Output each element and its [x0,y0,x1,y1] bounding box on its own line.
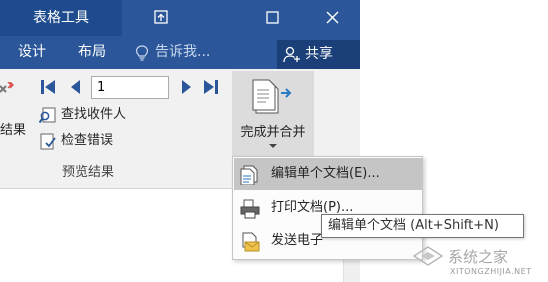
finish-and-merge-button[interactable]: 完成并合并 [232,71,314,157]
title-bar: 表格工具 [0,0,360,36]
close-button[interactable] [309,0,355,36]
check-errors-label: 检查错误 [61,133,114,148]
check-errors-button[interactable]: 检查错误 [39,130,129,152]
lightbulb-icon [135,45,149,61]
menu-item-edit-individual-documents[interactable]: 编辑单个文档(E)... [234,158,422,190]
close-icon [326,11,339,24]
tell-me-label: 告诉我... [155,44,211,60]
watermark-url: XITONGZHIJIA.NET [450,267,532,276]
preview-results-fragment-label: 结果 [0,123,27,138]
chevron-down-icon [269,144,277,148]
table-tools-context-tab: 表格工具 [0,0,122,36]
preview-results-icon [0,82,14,93]
check-errors-icon [40,133,56,150]
finish-merge-icon [252,79,292,114]
finish-merge-label: 完成并合并 [240,125,306,140]
ribbon-tab-bar: 设计 布局 告诉我... 共享 [0,36,360,69]
next-record-icon [182,80,191,94]
find-recipient-label: 查找收件人 [61,107,127,122]
send-email-icon [242,232,260,252]
ribbon-display-options-button[interactable] [138,0,184,36]
menu-item-label: 发送电子 [271,233,324,248]
preview-results-group-label: 预览结果 [62,165,115,180]
maximize-button[interactable] [249,0,295,36]
tab-design[interactable]: 设计 [18,36,46,69]
last-record-icon [204,80,218,94]
tab-layout[interactable]: 布局 [78,36,106,69]
tooltip: 编辑单个文档 (Alt+Shift+N) [321,214,524,238]
first-record-icon [41,80,55,94]
watermark: 系统之家 XITONGZHIJIA.NET [410,245,540,277]
find-recipient-button[interactable]: 查找收件人 [39,104,149,126]
watermark-logo: 系统之家 [412,246,508,266]
print-documents-icon [240,199,260,219]
menu-item-label: 编辑单个文档(E)... [271,166,380,181]
share-label: 共享 [305,46,333,62]
find-recipient-icon [39,107,56,124]
last-record-button[interactable] [201,77,221,97]
next-record-button[interactable] [176,77,196,97]
previous-record-button[interactable] [66,77,86,97]
first-record-button[interactable] [38,77,58,97]
ribbon-display-icon [154,10,168,24]
previous-record-icon [71,80,80,94]
record-number-input[interactable] [91,76,169,99]
add-person-icon [283,46,300,63]
finish-merge-menu: 编辑单个文档(E)... 打印文档(P)... 发送电子 [232,156,423,260]
edit-documents-icon [240,165,258,185]
svg-text:系统之家: 系统之家 [448,248,508,266]
maximize-icon [266,11,279,24]
share-button[interactable]: 共享 [277,40,360,69]
